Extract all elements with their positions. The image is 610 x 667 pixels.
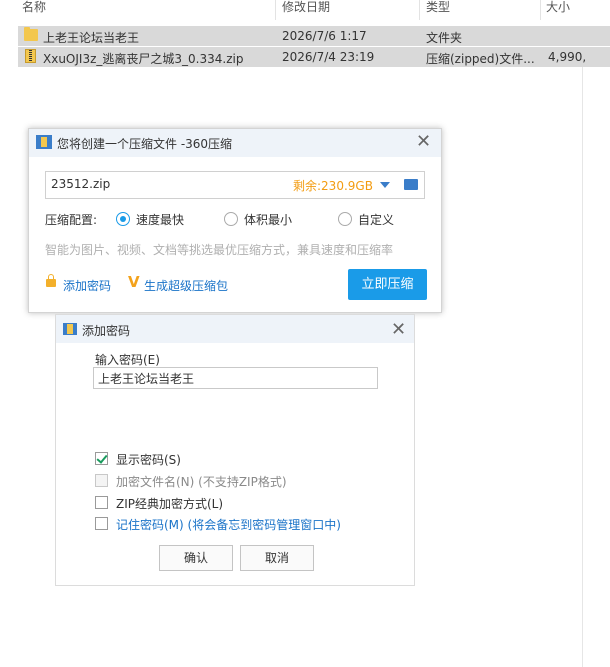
compress-dialog: 您将创建一个压缩文件 -360压缩 ✕ 23512.zip 剩余:230.9GB… — [28, 128, 442, 313]
app-icon — [63, 323, 77, 335]
file-row-folder[interactable]: 上老王论坛当老王 2026/7/6 1:17 文件夹 — [18, 26, 610, 46]
column-name[interactable]: 名称 — [22, 0, 46, 15]
password-dialog: 添加密码 ✕ 输入密码(E) 显示密码(S) 加密文件名(N) (不支持ZIP格… — [55, 314, 415, 586]
zip-classic-checkbox[interactable] — [95, 496, 108, 509]
filename-field[interactable]: 23512.zip 剩余:230.9GB — [45, 171, 425, 199]
encrypt-filenames-label[interactable]: 加密文件名(N) (不支持ZIP格式) — [116, 473, 287, 490]
folder-browse-icon[interactable] — [404, 179, 418, 190]
file-modified: 2026/7/6 1:17 — [282, 29, 367, 43]
file-size: 4,990, — [548, 50, 587, 64]
column-type[interactable]: 类型 — [426, 0, 450, 15]
filename-value[interactable]: 23512.zip — [51, 177, 110, 191]
password-dialog-titlebar[interactable]: 添加密码 ✕ — [56, 315, 414, 343]
option-fastest-label[interactable]: 速度最快 — [136, 211, 184, 228]
lock-icon[interactable] — [46, 274, 56, 287]
column-divider[interactable] — [275, 0, 276, 20]
file-row-zip[interactable]: XxuOJI3z_逃离丧尸之城3_0.334.zip 2026/7/4 23:1… — [18, 47, 610, 67]
encrypt-filenames-checkbox[interactable] — [95, 474, 108, 487]
remaining-space: 剩余:230.9GB — [293, 179, 373, 193]
app-icon — [36, 135, 52, 149]
radio-custom[interactable] — [338, 212, 352, 226]
add-password-link[interactable]: 添加密码 — [63, 277, 111, 294]
option-smallest-label[interactable]: 体积最小 — [244, 211, 292, 228]
column-header: 名称 修改日期 类型 大小 — [0, 0, 610, 20]
file-name: 上老王论坛当老王 — [43, 31, 140, 45]
show-password-checkbox[interactable] — [95, 452, 108, 465]
compress-now-button[interactable]: 立即压缩 — [348, 269, 427, 300]
column-divider[interactable] — [540, 0, 541, 20]
chevron-down-icon[interactable] — [380, 182, 390, 188]
close-icon[interactable]: ✕ — [391, 321, 406, 339]
close-icon[interactable]: ✕ — [416, 133, 431, 151]
config-label: 压缩配置: — [45, 213, 98, 227]
column-size[interactable]: 大小 — [546, 0, 570, 15]
column-divider[interactable] — [419, 0, 420, 20]
show-password-label[interactable]: 显示密码(S) — [116, 451, 181, 468]
folder-icon — [24, 27, 38, 41]
password-dialog-title: 添加密码 — [82, 324, 131, 338]
zip-classic-label[interactable]: ZIP经典加密方式(L) — [116, 495, 223, 512]
column-modified[interactable]: 修改日期 — [282, 0, 330, 15]
option-custom-label[interactable]: 自定义 — [358, 211, 394, 228]
file-modified: 2026/7/4 23:19 — [282, 50, 375, 64]
password-input[interactable] — [93, 367, 378, 389]
file-name: XxuOJI3z_逃离丧尸之城3_0.334.zip — [43, 52, 244, 66]
file-type: 文件夹 — [426, 31, 463, 45]
zip-icon — [25, 49, 36, 63]
cancel-button[interactable]: 取消 — [240, 545, 314, 571]
window-edge — [582, 67, 583, 667]
compress-hint: 智能为图片、视频、文档等挑选最优压缩方式，兼具速度和压缩率 — [45, 243, 394, 257]
super-compress-icon[interactable]: V — [128, 273, 140, 291]
confirm-button[interactable]: 确认 — [159, 545, 233, 571]
file-type: 压缩(zipped)文件... — [426, 52, 535, 66]
super-compress-link[interactable]: 生成超级压缩包 — [144, 277, 228, 294]
compress-dialog-titlebar[interactable]: 您将创建一个压缩文件 -360压缩 ✕ — [29, 129, 441, 157]
radio-fastest[interactable] — [116, 212, 130, 226]
password-input-label: 输入密码(E) — [95, 353, 160, 367]
remember-password-checkbox[interactable] — [95, 517, 108, 530]
radio-smallest[interactable] — [224, 212, 238, 226]
compress-dialog-title: 您将创建一个压缩文件 -360压缩 — [57, 137, 233, 151]
remember-password-label[interactable]: 记住密码(M) (将会备忘到密码管理窗口中) — [116, 516, 341, 533]
